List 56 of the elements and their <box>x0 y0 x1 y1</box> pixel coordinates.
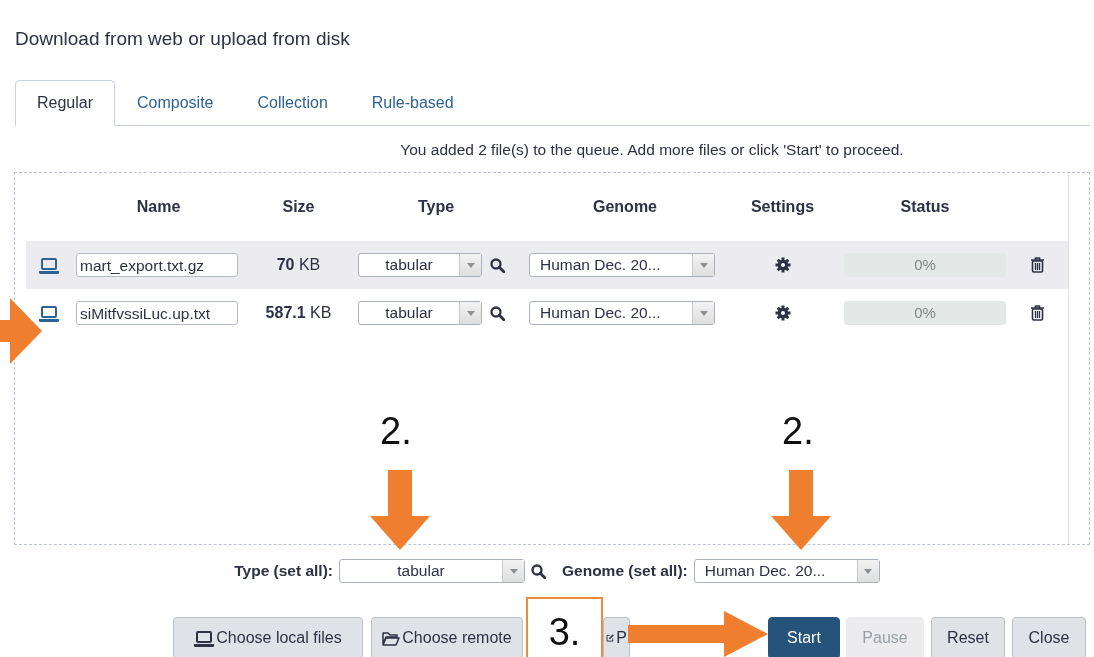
button[interactable]: Start <box>768 617 840 657</box>
field-label: Type (set all): <box>234 561 333 582</box>
tab[interactable]: Collection <box>235 80 350 126</box>
caret-icon <box>509 568 518 574</box>
file-name-field[interactable]: mart_export.txt.gz <box>76 253 238 277</box>
caret-icon <box>699 262 708 268</box>
caret-icon <box>699 310 708 316</box>
caret-icon <box>466 262 475 268</box>
button[interactable]: Choose remote <box>371 617 523 657</box>
field-label: Genome (set all): <box>562 561 688 582</box>
folder-icon <box>382 630 401 646</box>
dropdown[interactable]: Human Dec. 20... <box>693 559 880 583</box>
button[interactable]: Reset <box>931 617 1005 657</box>
trash-icon[interactable] <box>1031 257 1044 273</box>
dialog-title: Download from web or upload from disk <box>14 27 351 51</box>
gear-icon[interactable] <box>774 305 791 321</box>
progress-bar: 0% <box>844 253 1006 277</box>
trash-icon[interactable] <box>1031 305 1044 321</box>
file-size: 587.1 KB <box>265 303 332 323</box>
caret-icon <box>466 310 475 316</box>
laptop-icon <box>194 629 215 647</box>
laptop-icon <box>39 256 59 274</box>
dropdown[interactable]: Human Dec. 20... <box>529 253 715 277</box>
arrow-icon <box>771 470 831 550</box>
column-header: Type <box>417 197 455 217</box>
dropdown[interactable]: tabular <box>358 301 482 325</box>
dropdown[interactable]: tabular <box>339 559 525 583</box>
column-header: Status <box>900 197 950 217</box>
column-header: Settings <box>750 197 815 217</box>
search-icon[interactable] <box>490 305 505 321</box>
laptop-icon <box>39 304 59 322</box>
dropdown[interactable]: tabular <box>358 253 482 277</box>
dropdown[interactable]: Human Dec. 20... <box>529 301 715 325</box>
gear-icon[interactable] <box>774 257 791 273</box>
arrow-icon <box>0 298 42 364</box>
column-header: Name <box>136 197 181 217</box>
tab[interactable]: Composite <box>115 80 236 126</box>
column-header: Size <box>282 197 315 217</box>
button[interactable]: P <box>603 617 630 657</box>
step-label: 2. <box>782 412 814 450</box>
file-size: 70 KB <box>276 255 321 275</box>
queue-message: You added 2 file(s) to the queue. Add more files or click 'Start' to proceed. <box>399 140 905 160</box>
search-icon[interactable] <box>490 257 505 273</box>
step-label: 3. <box>526 597 603 657</box>
progress-bar: 0% <box>844 301 1006 325</box>
search-icon[interactable] <box>531 563 546 579</box>
step-label: 2. <box>380 412 412 450</box>
tab[interactable]: Rule-based <box>349 80 476 126</box>
arrow-icon <box>628 611 768 657</box>
caret-icon <box>864 568 873 574</box>
arrow-icon <box>370 470 430 550</box>
button[interactable]: Close <box>1012 617 1086 657</box>
tab[interactable]: Regular <box>15 80 116 126</box>
column-header: Genome <box>593 197 657 217</box>
file-name-field[interactable]: siMitfvssiLuc.up.txt <box>76 301 238 325</box>
button[interactable]: Choose local files <box>173 617 363 657</box>
